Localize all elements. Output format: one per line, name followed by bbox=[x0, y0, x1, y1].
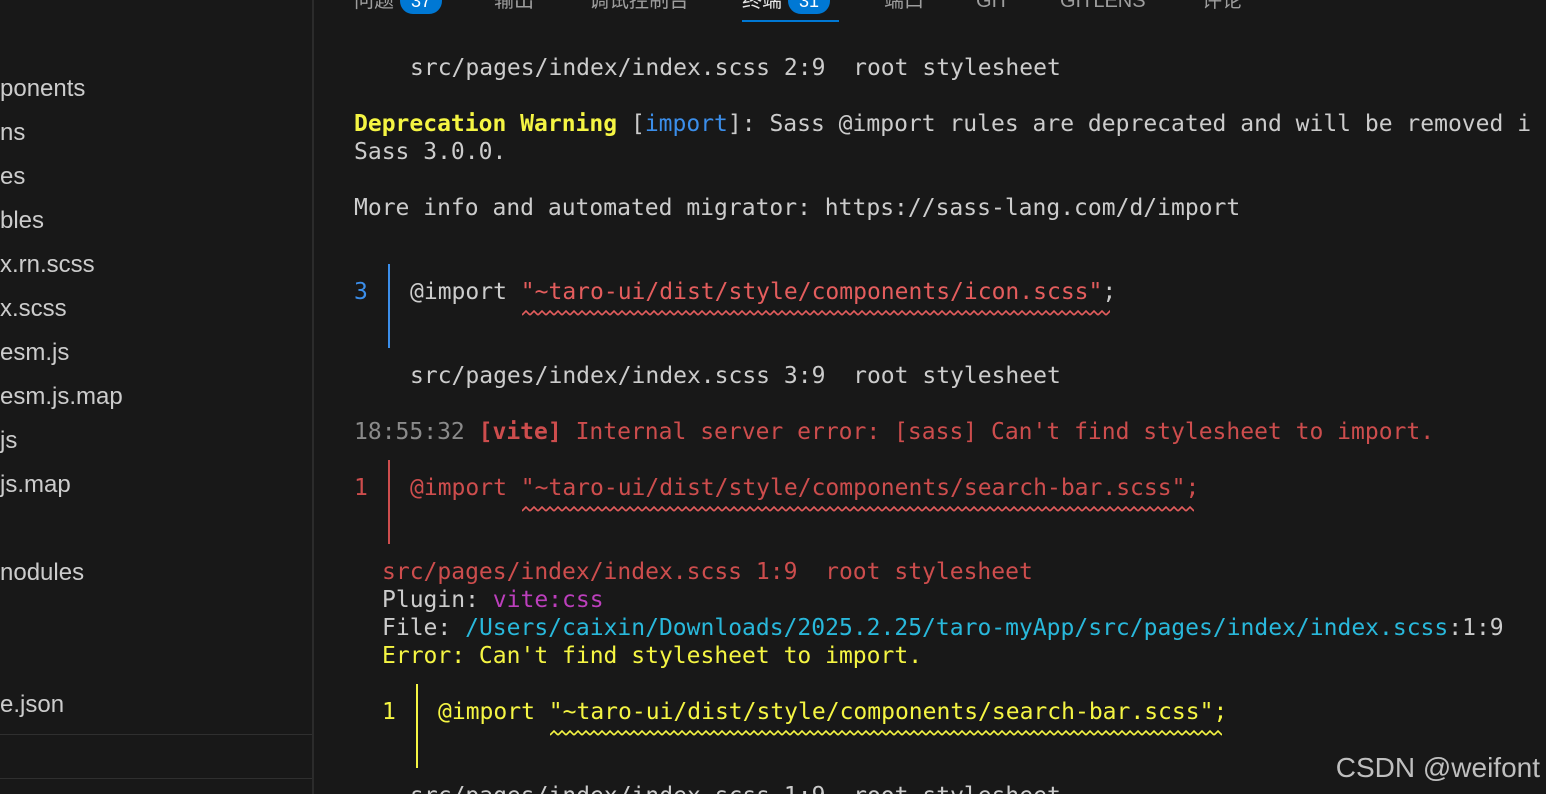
explorer-sidebar: ponents ns es bles x.rn.scss x.scss esm.… bbox=[0, 0, 312, 794]
plugin-label: Plugin: bbox=[382, 587, 493, 613]
location-line: src/pages/index/index.scss 2:9 root styl… bbox=[410, 55, 1061, 81]
warning-line-2: Sass 3.0.0. bbox=[354, 139, 507, 165]
file-item[interactable]: x.scss bbox=[0, 287, 67, 331]
error-squiggle bbox=[522, 505, 1194, 513]
terminal-output[interactable]: src/pages/index/index.scss 2:9 root styl… bbox=[314, 0, 1546, 794]
watermark: CSDN @weifont bbox=[1335, 752, 1540, 783]
gutter-bar bbox=[416, 684, 418, 768]
warning-label: Deprecation Warning bbox=[354, 111, 618, 137]
warning-text: ]: Sass @import rules are deprecated and… bbox=[727, 111, 1532, 137]
line-number: 1 bbox=[354, 475, 368, 501]
gutter-bar bbox=[388, 264, 390, 348]
deprecation-warning: Deprecation Warning [import]: Sass @impo… bbox=[354, 110, 1531, 138]
line-number: 1 bbox=[382, 699, 396, 725]
file-item[interactable]: es bbox=[0, 155, 25, 199]
location-line: src/pages/index/index.scss 1:9 root styl… bbox=[410, 782, 1061, 794]
code-line: @import "~taro-ui/dist/style/components/… bbox=[438, 699, 1228, 725]
file-path-link[interactable]: /Users/caixin/Downloads/2025.2.25/taro-m… bbox=[465, 615, 1448, 641]
warning-bracket: [ bbox=[617, 111, 645, 137]
more-info-line: More info and automated migrator: https:… bbox=[354, 195, 1241, 221]
file-item[interactable]: x.rn.scss bbox=[0, 243, 95, 287]
code-keyword: @import bbox=[410, 279, 521, 305]
file-item[interactable]: esm.js.map bbox=[0, 375, 123, 419]
code-semicolon: ; bbox=[1102, 279, 1117, 305]
error-squiggle bbox=[522, 309, 1110, 317]
code-string: "~taro-ui/dist/style/components/icon.scs… bbox=[520, 279, 1103, 305]
location-line: src/pages/index/index.scss 1:9 root styl… bbox=[382, 559, 1033, 585]
error-detail: Error: Can't find stylesheet to import. bbox=[382, 643, 923, 669]
code-line: @import "~taro-ui/dist/style/components/… bbox=[410, 278, 1116, 306]
timestamp: 18:55:32 bbox=[354, 419, 479, 445]
section-divider bbox=[0, 778, 312, 779]
error-squiggle bbox=[550, 729, 1222, 737]
file-line: File: /Users/caixin/Downloads/2025.2.25/… bbox=[382, 614, 1504, 642]
section-divider bbox=[0, 734, 312, 735]
file-item[interactable]: e.json bbox=[0, 683, 64, 727]
warning-import-tag: import bbox=[644, 111, 728, 137]
plugin-value: vite:css bbox=[492, 587, 604, 613]
plugin-line: Plugin: vite:css bbox=[382, 586, 604, 614]
file-item[interactable]: js bbox=[0, 419, 17, 463]
code-line: @import "~taro-ui/dist/style/components/… bbox=[410, 475, 1200, 501]
gutter-bar bbox=[388, 460, 390, 544]
file-label: File: bbox=[382, 615, 466, 641]
file-item[interactable]: ns bbox=[0, 111, 25, 155]
vite-tag: [vite] bbox=[478, 419, 562, 445]
error-message: Internal server error: [sass] Can't find… bbox=[561, 419, 1435, 445]
bottom-panel: 问题 37 输出 调试控制台 终端 31 端口 GIT GITLENS 评论 src… bbox=[314, 0, 1546, 794]
location-line: src/pages/index/index.scss 3:9 root styl… bbox=[410, 363, 1061, 389]
line-number: 3 bbox=[354, 279, 368, 305]
file-item[interactable]: js.map bbox=[0, 463, 71, 507]
file-item[interactable]: bles bbox=[0, 199, 44, 243]
file-item[interactable]: esm.js bbox=[0, 331, 69, 375]
file-item[interactable]: ponents bbox=[0, 67, 85, 111]
file-position: :1:9 bbox=[1448, 615, 1504, 641]
folder-item[interactable]: nodules bbox=[0, 551, 84, 595]
error-line: 18:55:32 [vite] Internal server error: [… bbox=[354, 418, 1434, 446]
